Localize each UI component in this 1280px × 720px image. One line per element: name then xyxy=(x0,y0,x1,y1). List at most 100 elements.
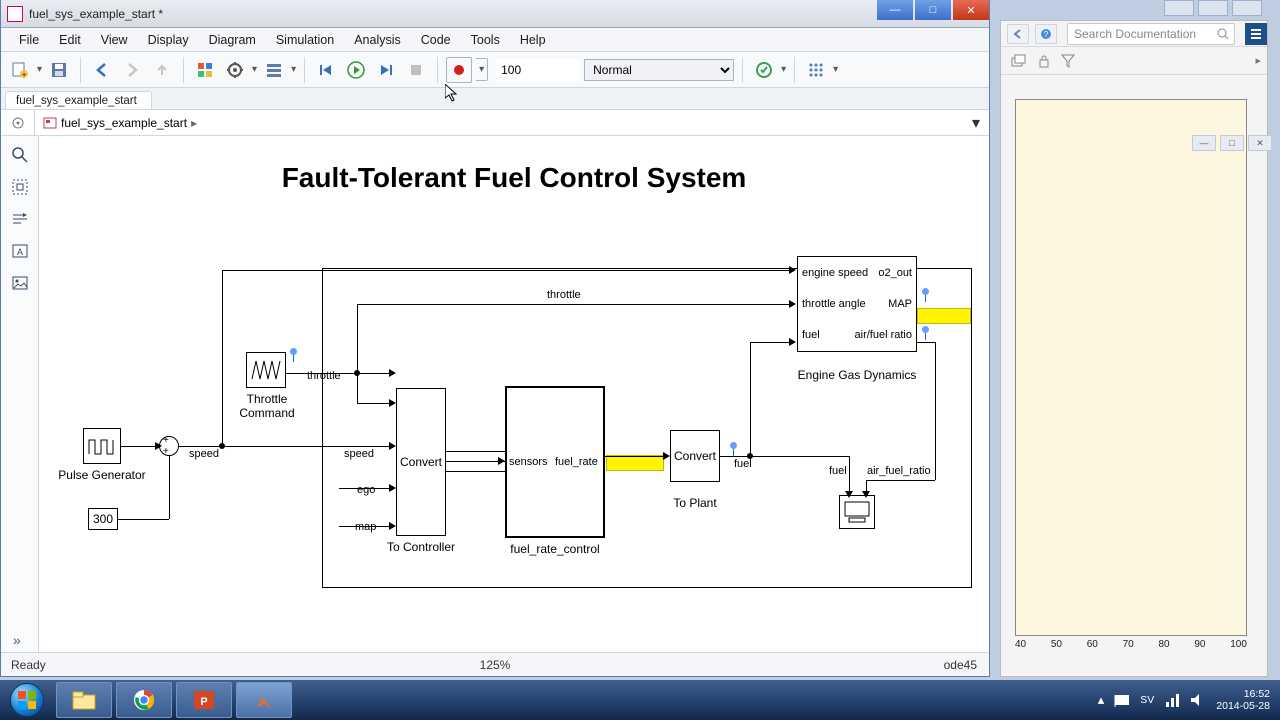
tray-lang[interactable]: SV xyxy=(1140,694,1154,706)
window-minimize-button[interactable]: — xyxy=(877,0,913,20)
signal-throttle-top: throttle xyxy=(547,289,581,301)
signal-speed-left: speed xyxy=(189,448,219,460)
zoom-icon[interactable] xyxy=(9,144,31,166)
figure-lock-icon[interactable] xyxy=(1037,54,1051,68)
model-config-button[interactable] xyxy=(222,57,248,83)
status-zoom: 125% xyxy=(480,658,511,672)
annotation-icon[interactable]: A xyxy=(9,240,31,262)
signal-ego: ego xyxy=(357,484,375,496)
fit-icon[interactable] xyxy=(9,176,31,198)
help-circle-button[interactable]: ? xyxy=(1035,24,1057,44)
sub-max-button[interactable]: □ xyxy=(1220,135,1244,151)
constant-300-block[interactable]: 300 xyxy=(88,508,118,530)
window-close-button[interactable]: ✕ xyxy=(953,0,989,20)
config-dropdown-icon[interactable]: ▾ xyxy=(252,64,257,75)
back-button[interactable] xyxy=(89,57,115,83)
menu-tools[interactable]: Tools xyxy=(461,29,510,51)
titlebar[interactable]: fuel_sys_example_start * — □ ✕ xyxy=(1,0,989,28)
forward-button[interactable] xyxy=(119,57,145,83)
step-back-button[interactable] xyxy=(313,57,339,83)
run-button[interactable] xyxy=(343,57,369,83)
model-canvas[interactable]: Fault-Tolerant Fuel Control System Pulse… xyxy=(39,136,989,652)
help-back-button[interactable] xyxy=(1007,24,1029,44)
new-dropdown-icon[interactable]: ▾ xyxy=(37,64,42,75)
stop-button[interactable] xyxy=(403,57,429,83)
sub-close-button[interactable]: ✕ xyxy=(1248,135,1272,151)
testpoint-map xyxy=(921,288,931,302)
menu-diagram[interactable]: Diagram xyxy=(199,29,266,51)
tray-flag-icon[interactable] xyxy=(1114,692,1130,708)
menu-help[interactable]: Help xyxy=(510,29,556,51)
sum-block[interactable]: + + xyxy=(159,436,179,456)
explorer-dropdown-icon[interactable]: ▾ xyxy=(291,64,296,75)
hide-nav-button[interactable] xyxy=(1,110,35,135)
step-forward-button[interactable] xyxy=(373,57,399,83)
simulation-mode-select[interactable]: Normal xyxy=(584,59,734,81)
svg-text:+: + xyxy=(22,72,26,79)
help-menu-button[interactable] xyxy=(1245,23,1267,45)
pulse-generator-label: Pulse Generator xyxy=(42,468,162,482)
menu-display[interactable]: Display xyxy=(138,29,199,51)
breadcrumb[interactable]: fuel_sys_example_start ▸ xyxy=(35,110,963,135)
tray-network-icon[interactable] xyxy=(1164,692,1180,708)
expand-palette-icon[interactable]: » xyxy=(13,632,21,648)
windows-taskbar[interactable]: P ▴ SV 16:52 2014-05-28 xyxy=(0,680,1280,720)
menu-simulation[interactable]: Simulation xyxy=(266,29,344,51)
tray-volume-icon[interactable] xyxy=(1190,692,1206,708)
menu-code[interactable]: Code xyxy=(411,29,461,51)
figure-toolbar: ▸ xyxy=(1001,47,1267,75)
record-dropdown-icon[interactable]: ▾ xyxy=(476,58,488,81)
to-controller-label: To Controller xyxy=(361,540,481,554)
testpoint-afr xyxy=(921,326,931,340)
background-plot-axes xyxy=(1015,99,1247,636)
app-icon xyxy=(7,6,23,22)
simulation-stop-time-input[interactable] xyxy=(496,59,580,81)
record-button[interactable] xyxy=(446,57,472,83)
menu-analysis[interactable]: Analysis xyxy=(344,29,411,51)
figure-filter-icon[interactable] xyxy=(1061,54,1075,68)
menu-view[interactable]: View xyxy=(91,29,138,51)
signal-fuel: fuel xyxy=(734,458,752,470)
svg-text:P: P xyxy=(200,696,207,708)
pulse-generator-block[interactable] xyxy=(83,428,121,464)
breadcrumb-dropdown[interactable]: ▾ xyxy=(963,113,989,133)
update-diagram-button[interactable] xyxy=(751,57,777,83)
status-bar: Ready 125% ode45 xyxy=(1,652,989,676)
start-button[interactable] xyxy=(0,680,54,720)
update-dropdown-icon[interactable]: ▾ xyxy=(781,64,786,75)
task-chrome[interactable] xyxy=(116,682,172,718)
menu-file[interactable]: File xyxy=(9,29,49,51)
tray-show-hidden-icon[interactable]: ▴ xyxy=(1098,692,1105,708)
model-explorer-button[interactable] xyxy=(261,57,287,83)
throttle-command-block[interactable] xyxy=(246,352,286,388)
task-matlab[interactable] xyxy=(236,682,292,718)
tray-clock[interactable]: 16:52 2014-05-28 xyxy=(1216,688,1270,712)
image-icon[interactable] xyxy=(9,272,31,294)
window-maximize-button[interactable]: □ xyxy=(915,0,951,20)
signal-fuel-scope: fuel xyxy=(829,465,847,477)
model-icon xyxy=(43,116,57,130)
testpoint-fuel xyxy=(729,442,739,456)
scope-block[interactable] xyxy=(839,495,875,529)
build-dropdown-icon[interactable]: ▾ xyxy=(833,64,838,75)
status-ready: Ready xyxy=(11,658,46,672)
model-tab[interactable]: fuel_sys_example_start xyxy=(5,91,152,109)
sub-min-button[interactable]: — xyxy=(1192,135,1216,151)
build-button[interactable] xyxy=(803,57,829,83)
signal-throttle: throttle xyxy=(307,370,341,382)
task-powerpoint[interactable]: P xyxy=(176,682,232,718)
menu-edit[interactable]: Edit xyxy=(49,29,91,51)
background-subwindow-controls: — □ ✕ xyxy=(1192,135,1272,151)
to-controller-block[interactable]: Convert xyxy=(396,388,446,536)
engine-gas-dynamics-block[interactable]: engine speedo2_out throttle angleMAP fue… xyxy=(797,256,917,352)
task-explorer[interactable] xyxy=(56,682,112,718)
library-browser-button[interactable] xyxy=(192,57,218,83)
save-button[interactable] xyxy=(46,57,72,83)
system-tray[interactable]: ▴ SV 16:52 2014-05-28 xyxy=(1098,680,1280,720)
up-button[interactable] xyxy=(149,57,175,83)
doc-search-input[interactable]: Search Documentation xyxy=(1067,23,1235,45)
figure-layers-icon[interactable] xyxy=(1011,53,1027,69)
new-model-button[interactable]: + xyxy=(7,57,33,83)
autoarrange-icon[interactable] xyxy=(9,208,31,230)
to-plant-block[interactable]: Convert xyxy=(670,430,720,482)
